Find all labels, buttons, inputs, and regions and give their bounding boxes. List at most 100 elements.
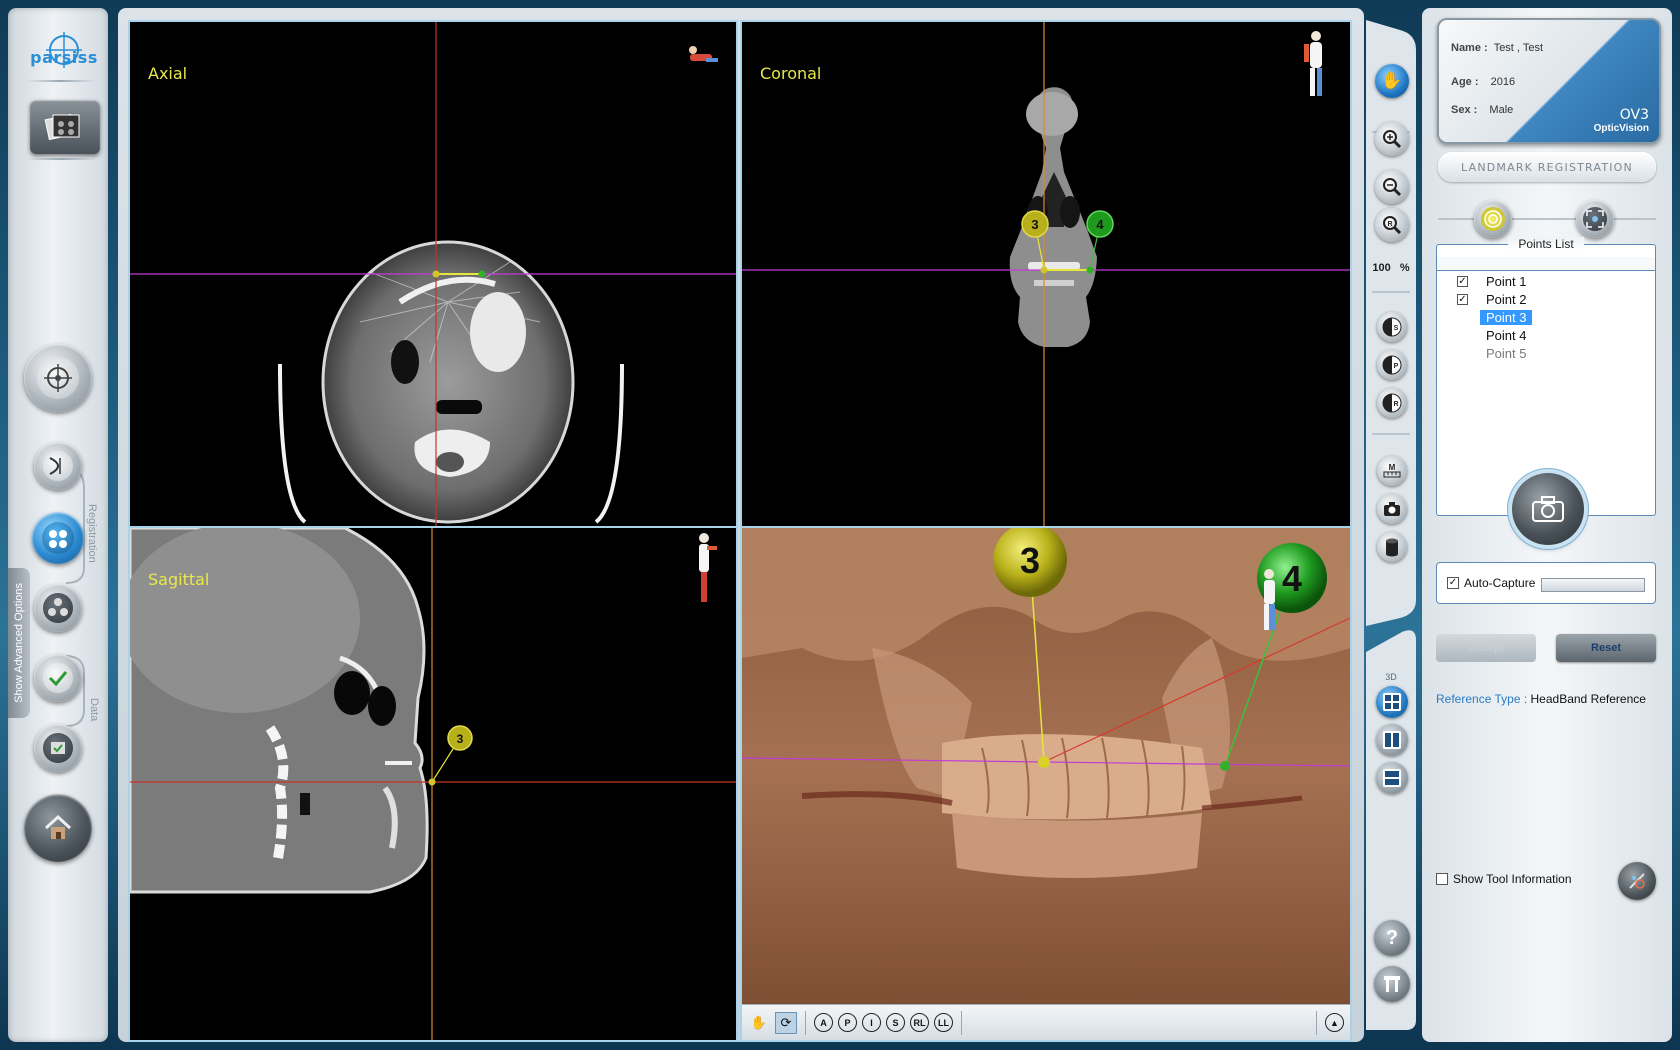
points-list-header xyxy=(1437,257,1655,271)
target-rings-icon xyxy=(1484,210,1502,228)
point-label: Point 5 xyxy=(1486,346,1527,361)
view-right-lateral-button[interactable]: RL xyxy=(910,1013,929,1032)
point-label: Point 4 xyxy=(1486,328,1527,343)
point-checkbox[interactable] xyxy=(1457,330,1468,341)
screenshot-button[interactable] xyxy=(1377,494,1407,524)
view-anterior-button[interactable]: A xyxy=(814,1013,833,1032)
viewer-frame: Axial 3 4 Coronal 3 Sagittal 3 4 ✋ ⟳ A P… xyxy=(118,8,1364,1042)
home-button[interactable] xyxy=(24,794,92,862)
zoom-out-button[interactable] xyxy=(1375,170,1409,204)
point-registration-button[interactable] xyxy=(34,584,82,632)
patient-age-value: 2016 xyxy=(1490,76,1516,88)
measure-button[interactable]: M xyxy=(1377,456,1407,486)
auto-capture-box: ✓ Auto-Capture xyxy=(1436,562,1656,604)
reference-type: Reference Type : HeadBand Reference xyxy=(1436,692,1646,706)
layout-3d-label: 3D xyxy=(1385,672,1397,682)
point-row[interactable]: Point 4 xyxy=(1457,327,1532,344)
3d-view-toolbar: ✋ ⟳ A P I S RL LL ▲ xyxy=(742,1004,1350,1040)
point-label: Point 3 xyxy=(1480,310,1533,325)
storage-button[interactable] xyxy=(1377,532,1407,562)
toolbar-separator xyxy=(1316,1010,1317,1035)
ov3-brand-logo: OV3 OpticVision xyxy=(1594,107,1649,134)
layout-split-button[interactable] xyxy=(1376,724,1408,756)
patient-info-card: Name : Test , Test Age : 2016 Sex : Male … xyxy=(1437,18,1661,144)
auto-capture-checkbox[interactable]: ✓ xyxy=(1447,577,1459,589)
mode-divider xyxy=(1438,218,1656,220)
data-group-label: Data xyxy=(88,698,100,722)
reset-orientation-button[interactable]: ▲ xyxy=(1325,1013,1344,1032)
svg-text:R: R xyxy=(1393,401,1398,408)
3d-view[interactable]: 3 4 ✋ ⟳ A P I S RL LL ▲ xyxy=(740,526,1352,1042)
settings-button[interactable] xyxy=(1374,966,1410,1002)
contrast-p-button[interactable]: P xyxy=(1377,350,1407,380)
show-tool-info: Show Tool Information xyxy=(1436,872,1572,886)
probe-tool-icon xyxy=(1629,873,1645,889)
show-advanced-options-tab[interactable]: Show Advanced Options xyxy=(8,568,30,718)
patient-images-button[interactable] xyxy=(30,100,100,154)
auto-capture-progress xyxy=(1541,578,1645,592)
pan-tool-button[interactable]: ✋ xyxy=(748,1012,770,1034)
patient-name-label: Name : xyxy=(1451,42,1488,54)
reset-button[interactable]: Reset xyxy=(1556,634,1656,662)
point-row[interactable]: ✓ Point 1 xyxy=(1457,273,1532,290)
registration-mode-selector xyxy=(1438,198,1656,238)
surface-registration-button[interactable] xyxy=(34,442,82,490)
sagittal-landmark-3-label: 3 xyxy=(457,732,464,746)
coronal-ct-image: 3 4 xyxy=(742,22,1350,530)
tools-icon xyxy=(1384,976,1400,992)
point-row[interactable]: Point 5 xyxy=(1457,345,1532,362)
rotate-tool-button[interactable]: ⟳ xyxy=(775,1011,797,1034)
landmark-points-icon xyxy=(48,529,67,548)
svg-text:M: M xyxy=(1389,463,1396,472)
landmark-registration-button[interactable] xyxy=(32,512,84,564)
svg-text:R: R xyxy=(1387,221,1392,228)
frame-mode-button[interactable] xyxy=(1576,200,1614,238)
coronal-view-label: Coronal xyxy=(760,64,822,83)
brand-name: OV3 xyxy=(1619,107,1649,123)
zoom-reset-button[interactable]: R xyxy=(1375,208,1409,242)
left-sidebar: parsiss Registration Data Show Advanced … xyxy=(8,8,108,1042)
patient-age-label: Age : xyxy=(1451,76,1479,88)
accept-button[interactable]: Accept xyxy=(1436,634,1536,662)
cylinder-icon xyxy=(1386,538,1398,557)
patient-age-row: Age : 2016 xyxy=(1451,76,1515,88)
point-checkbox[interactable]: ✓ xyxy=(1457,276,1468,287)
data-export-button[interactable] xyxy=(34,724,82,772)
zoom-in-icon xyxy=(1383,130,1402,149)
help-button[interactable]: ? xyxy=(1374,920,1410,956)
layout-quad-button[interactable] xyxy=(1376,686,1408,718)
point-checkbox[interactable] xyxy=(1457,312,1468,323)
zoom-in-button[interactable] xyxy=(1375,122,1409,156)
tool-info-button[interactable] xyxy=(1618,862,1656,900)
point-checkbox[interactable] xyxy=(1457,348,1468,359)
point-checkbox[interactable]: ✓ xyxy=(1457,294,1468,305)
svg-text:P: P xyxy=(1394,363,1399,370)
capture-point-button[interactable] xyxy=(1512,473,1584,545)
show-advanced-options-label: Show Advanced Options xyxy=(13,583,25,703)
contrast-s-button[interactable]: S xyxy=(1377,312,1407,342)
sagittal-view[interactable]: 3 Sagittal xyxy=(128,526,738,1042)
point-row[interactable]: Point 3 xyxy=(1457,309,1533,326)
half-circle-r-icon: R xyxy=(1382,393,1402,413)
point-row[interactable]: ✓ Point 2 xyxy=(1457,291,1532,308)
show-tool-info-checkbox[interactable] xyxy=(1436,873,1448,885)
layout-top-button[interactable] xyxy=(1376,762,1408,794)
point-label: Point 1 xyxy=(1486,274,1527,289)
view-inferior-button[interactable]: I xyxy=(862,1013,881,1032)
axial-view[interactable]: Axial xyxy=(128,20,738,532)
contrast-r-button[interactable]: R xyxy=(1377,388,1407,418)
view-left-lateral-button[interactable]: LL xyxy=(934,1013,953,1032)
coronal-view[interactable]: 3 4 Coronal xyxy=(740,20,1352,532)
sagittal-orientation-icon xyxy=(699,533,717,602)
verify-data-button[interactable] xyxy=(34,654,82,702)
sagittal-ct-image: 3 xyxy=(130,528,736,1040)
pan-button[interactable]: ✋ xyxy=(1375,64,1409,98)
probe-mode-button[interactable] xyxy=(1474,200,1512,238)
axial-view-label: Axial xyxy=(148,64,188,83)
view-superior-button[interactable]: S xyxy=(886,1013,905,1032)
registration-panel: Name : Test , Test Age : 2016 Sex : Male … xyxy=(1422,8,1672,1042)
navigation-button[interactable] xyxy=(24,344,92,412)
view-posterior-button[interactable]: P xyxy=(838,1013,857,1032)
patient-name-value: Test , Test xyxy=(1493,42,1544,54)
3d-skull-render: 3 4 xyxy=(742,528,1350,1004)
